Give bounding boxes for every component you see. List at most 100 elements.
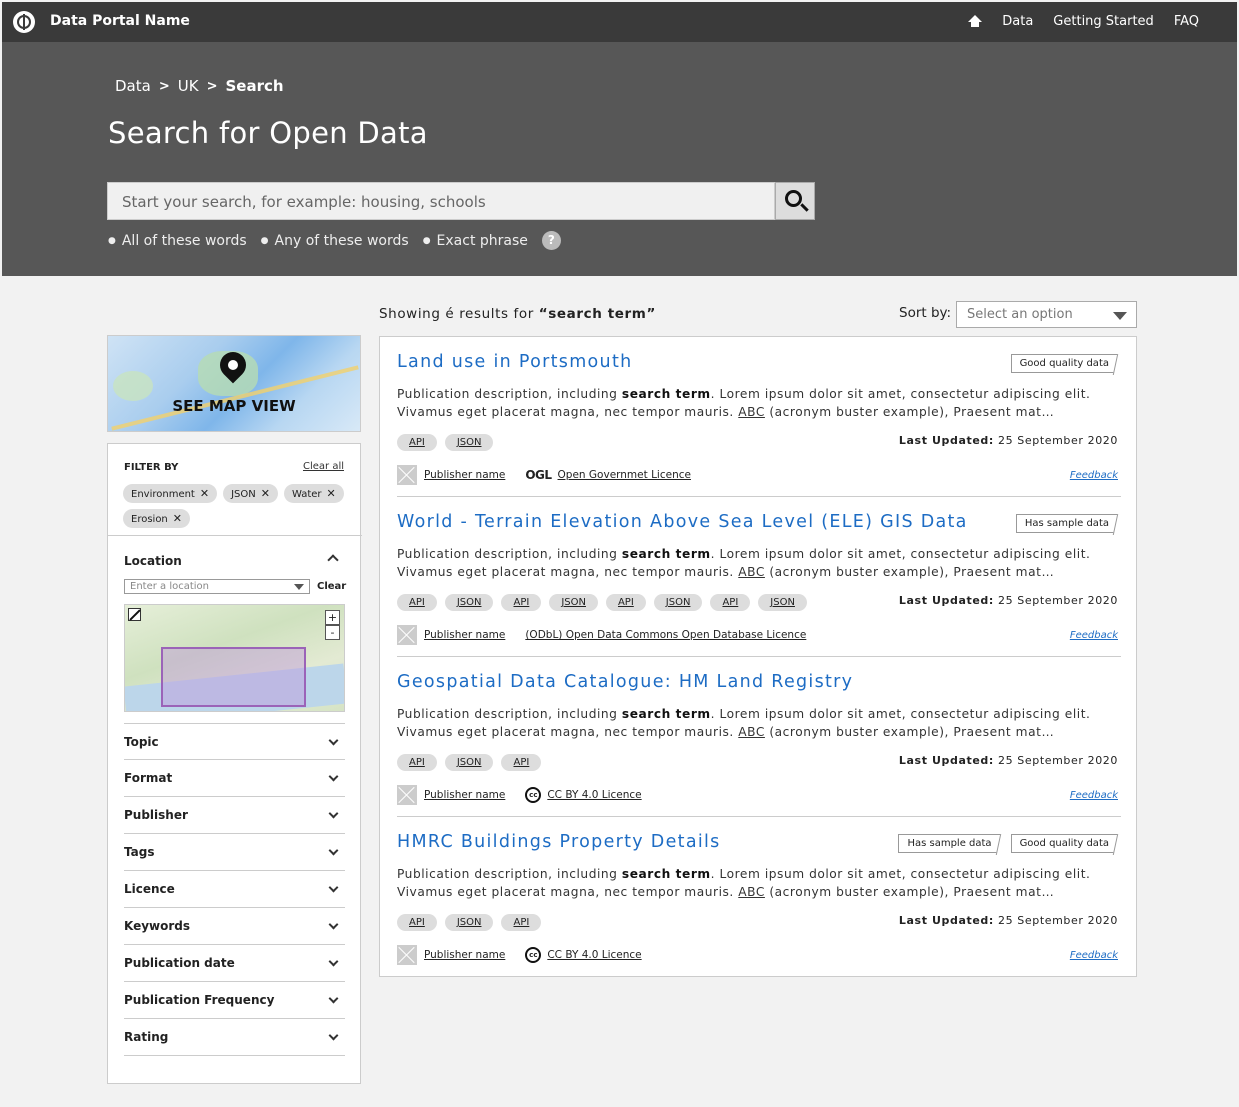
sort-label: Sort by: — [899, 305, 952, 321]
map-view-label: SEE MAP VIEW — [172, 397, 296, 415]
clear-all-link[interactable]: Clear all — [303, 461, 344, 472]
format-tag[interactable]: API — [397, 754, 437, 771]
zoom-in-button[interactable]: + — [325, 610, 340, 625]
quality-badge: Has sample data — [898, 834, 1001, 853]
nav-link-data[interactable]: Data — [1002, 14, 1033, 29]
description-text: Publication description, including — [397, 867, 622, 881]
zoom-out-button[interactable]: - — [325, 625, 340, 640]
result-card: World - Terrain Elevation Above Sea Leve… — [397, 497, 1121, 657]
nav-link-faq[interactable]: FAQ — [1174, 14, 1199, 29]
facet-topic[interactable]: Topic — [124, 723, 345, 760]
portal-logo-icon[interactable] — [13, 11, 35, 33]
acronym-buster[interactable]: ABC — [738, 565, 765, 579]
format-tag[interactable]: JSON — [444, 754, 494, 771]
location-heading[interactable]: Location — [124, 554, 182, 568]
filter-chip-environment[interactable]: Environment ✕ — [123, 484, 218, 503]
description-text: (acronym buster example), Praesent mat… — [764, 885, 1055, 899]
facet-publication-frequency[interactable]: Publication Frequency — [124, 982, 345, 1019]
facet-licence[interactable]: Licence — [124, 871, 345, 908]
format-tag[interactable]: API — [501, 914, 542, 931]
last-updated-label: Last Updated: — [898, 754, 994, 767]
format-tag[interactable]: JSON — [444, 594, 494, 611]
filter-chip-label: Water — [291, 489, 322, 500]
close-icon[interactable]: ✕ — [173, 512, 182, 525]
acronym-buster[interactable]: ABC — [738, 885, 765, 899]
licence-link[interactable]: CC BY 4.0 Licence — [547, 949, 641, 961]
search-button[interactable] — [775, 182, 815, 220]
feedback-link[interactable]: Feedback — [1070, 470, 1118, 481]
creative-commons-icon: cc — [525, 787, 542, 803]
publisher-link[interactable]: Publisher name — [424, 629, 505, 641]
licence-link[interactable]: Open Governmet Licence — [558, 469, 691, 481]
format-tag[interactable]: API — [710, 594, 751, 611]
chevron-up-icon[interactable] — [327, 554, 339, 566]
breadcrumb-data[interactable]: Data — [115, 77, 151, 95]
portal-name[interactable]: Data Portal Name — [50, 13, 190, 29]
format-tag[interactable]: API — [501, 754, 542, 771]
feedback-link[interactable]: Feedback — [1070, 950, 1118, 961]
filter-chip-json[interactable]: JSON ✕ — [223, 484, 278, 503]
description-highlight: search term — [621, 867, 711, 881]
mode-exact-phrase[interactable]: Exact phrase — [423, 233, 528, 249]
close-icon[interactable]: ✕ — [200, 487, 209, 500]
breadcrumb-uk[interactable]: UK — [178, 77, 199, 95]
sort-select[interactable]: Select an option — [956, 301, 1137, 328]
chevron-down-icon — [328, 735, 339, 746]
facet-keywords[interactable]: Keywords — [124, 908, 345, 945]
result-title-link[interactable]: Land use in Portsmouth — [397, 352, 633, 372]
filter-chip-erosion[interactable]: Erosion ✕ — [123, 509, 190, 528]
close-icon[interactable]: ✕ — [327, 487, 336, 500]
breadcrumb-current: Search — [225, 77, 284, 95]
publisher-link[interactable]: Publisher name — [424, 789, 505, 801]
active-filters: Environment ✕ JSON ✕ Water ✕ Erosion ✕ — [123, 484, 348, 528]
publisher-link[interactable]: Publisher name — [424, 949, 505, 961]
chevron-down-icon — [328, 845, 339, 856]
facet-rating[interactable]: Rating — [124, 1019, 345, 1056]
facet-label: Topic — [124, 734, 159, 749]
facet-format[interactable]: Format — [124, 760, 345, 797]
location-clear-button[interactable]: Clear — [317, 581, 346, 592]
format-tag[interactable]: API — [397, 434, 437, 451]
filter-chip-label: JSON — [231, 489, 256, 500]
format-tag[interactable]: JSON — [444, 434, 494, 451]
format-tag[interactable]: API — [397, 914, 437, 931]
feedback-link[interactable]: Feedback — [1070, 630, 1118, 641]
filter-by-heading: FILTER BY — [124, 462, 179, 473]
description-highlight: search term — [621, 387, 711, 401]
format-tag[interactable]: API — [501, 594, 542, 611]
facet-tags[interactable]: Tags — [124, 834, 345, 871]
mode-all-words[interactable]: All of these words — [108, 233, 247, 249]
format-tag[interactable]: API — [397, 594, 437, 611]
map-selection-area[interactable] — [161, 647, 306, 707]
format-tag[interactable]: JSON — [549, 594, 598, 611]
location-input[interactable]: Enter a location — [124, 579, 310, 594]
home-icon[interactable] — [968, 15, 983, 28]
facet-publisher[interactable]: Publisher — [124, 797, 345, 834]
search-input[interactable]: Start your search, for example: housing,… — [107, 182, 775, 220]
draw-pencil-icon[interactable] — [128, 608, 141, 621]
format-tag[interactable]: JSON — [653, 594, 703, 611]
acronym-buster[interactable]: ABC — [738, 725, 765, 739]
publisher-link[interactable]: Publisher name — [424, 469, 505, 481]
location-map[interactable]: + - — [124, 604, 345, 712]
quality-badge: Good quality data — [1010, 834, 1118, 853]
format-tag[interactable]: JSON — [758, 594, 807, 611]
format-tags: API JSON API JSON API JSON API JSON — [397, 594, 807, 611]
chevron-down-icon — [328, 956, 339, 967]
see-map-view-button[interactable]: SEE MAP VIEW — [107, 335, 361, 432]
close-icon[interactable]: ✕ — [261, 487, 270, 500]
format-tag[interactable]: JSON — [444, 914, 494, 931]
result-title-link[interactable]: HMRC Buildings Property Details — [397, 832, 721, 852]
format-tag[interactable]: API — [605, 594, 646, 611]
result-title-link[interactable]: Geospatial Data Catalogue: HM Land Regis… — [397, 672, 853, 692]
acronym-buster[interactable]: ABC — [738, 405, 765, 419]
nav-link-getting-started[interactable]: Getting Started — [1053, 14, 1154, 29]
filter-chip-water[interactable]: Water ✕ — [283, 484, 344, 503]
licence-link[interactable]: CC BY 4.0 Licence — [547, 789, 641, 801]
result-title-link[interactable]: World - Terrain Elevation Above Sea Leve… — [397, 512, 968, 532]
help-icon[interactable]: ? — [541, 231, 561, 250]
facet-publication-date[interactable]: Publication date — [124, 945, 345, 982]
feedback-link[interactable]: Feedback — [1070, 790, 1118, 801]
licence-link[interactable]: (ODbL) Open Data Commons Open Database L… — [525, 629, 806, 641]
mode-any-words[interactable]: Any of these words — [261, 233, 409, 249]
